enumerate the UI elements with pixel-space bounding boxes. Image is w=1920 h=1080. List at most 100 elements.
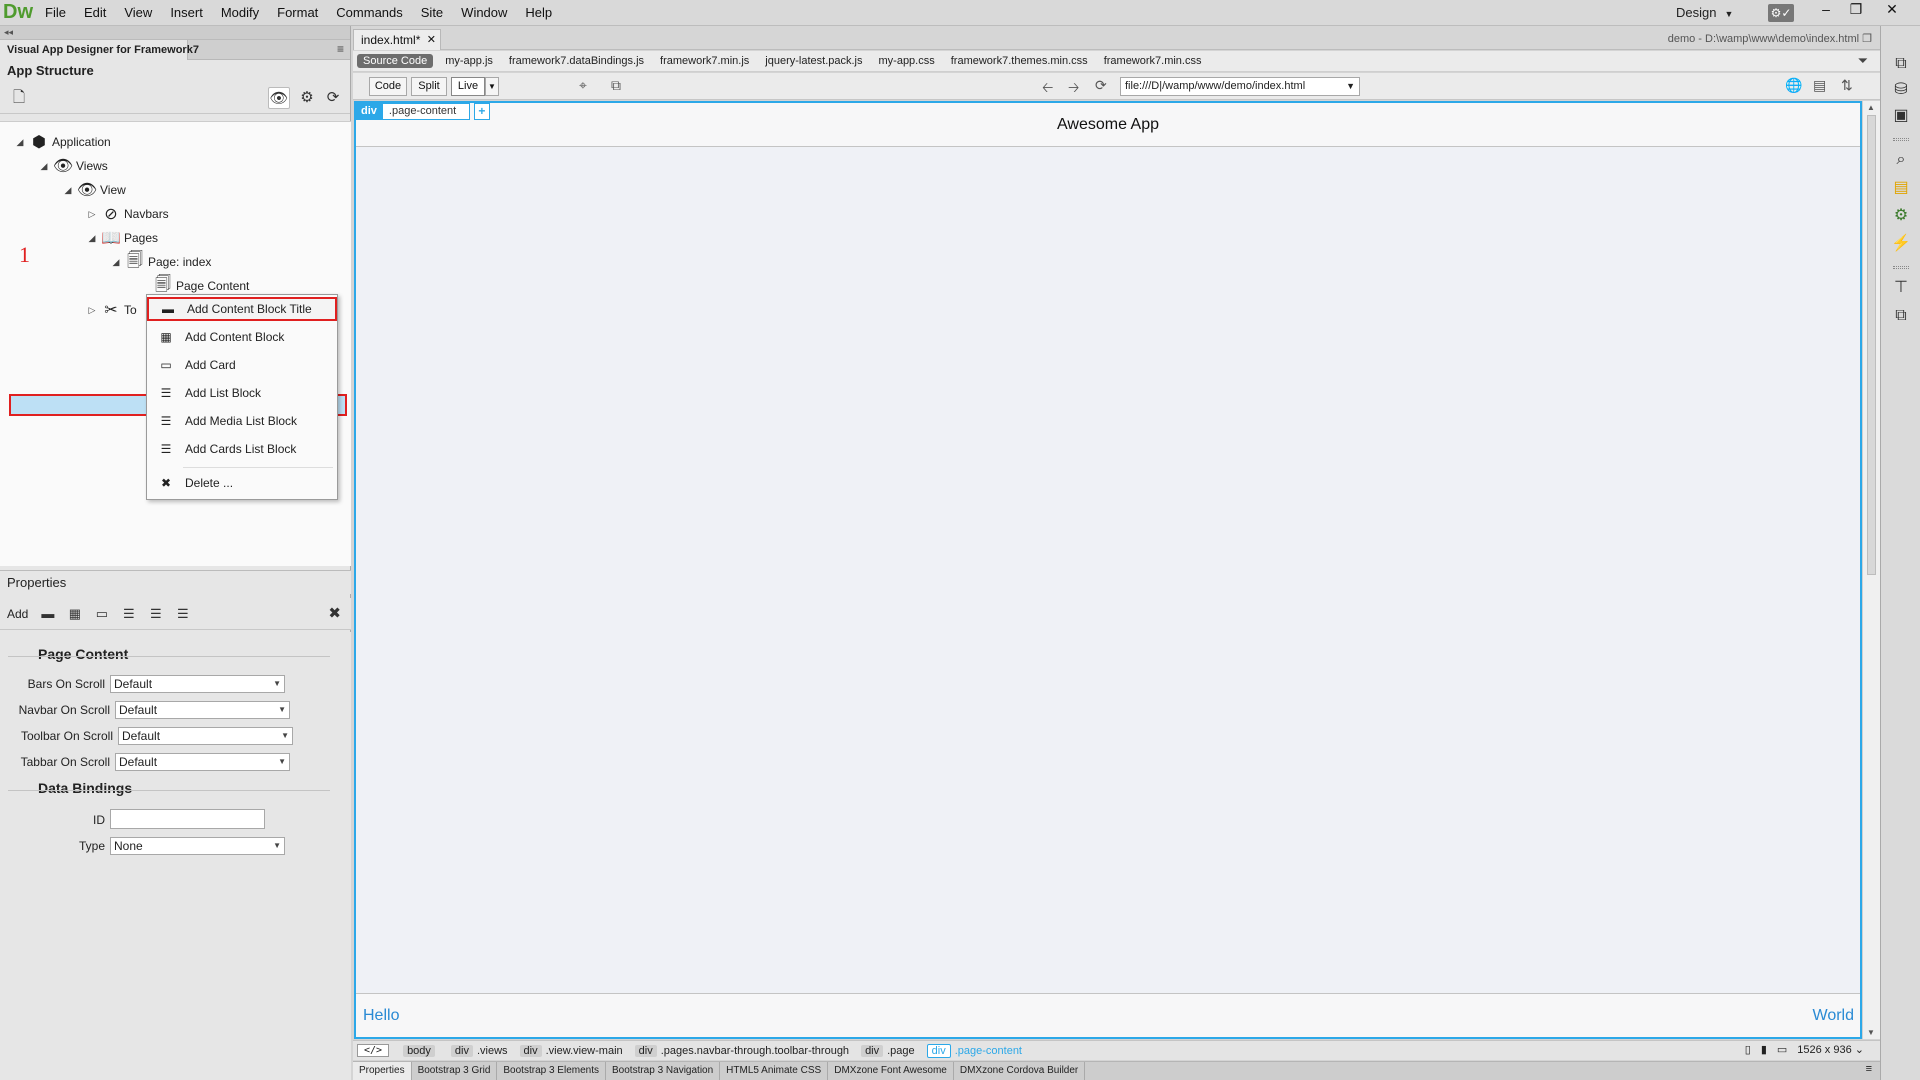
tab-properties[interactable]: Properties [353, 1062, 412, 1080]
files-icon[interactable]: ⧉ [1889, 304, 1913, 328]
sync-arrows-icon[interactable]: ⇅ [1841, 77, 1853, 94]
menu-insert[interactable]: Insert [161, 0, 212, 26]
tree-expand-icon[interactable]: ◢ [38, 161, 50, 172]
tree-expand-icon[interactable]: ◢ [62, 185, 74, 196]
database-icon[interactable]: ⛁ [1889, 78, 1913, 102]
desktop-size-icon[interactable]: ▭ [1777, 1043, 1787, 1056]
related-file[interactable]: framework7.min.css [1104, 55, 1202, 67]
menu-item-add-content-block[interactable]: ▦ Add Content Block [147, 325, 337, 349]
tag-selector-item[interactable]: div .page [861, 1044, 915, 1057]
tablet-size-icon[interactable]: ▮ [1761, 1043, 1767, 1056]
related-file[interactable]: framework7.dataBindings.js [509, 55, 644, 67]
related-file[interactable]: my-app.css [879, 55, 935, 67]
window-size-readout[interactable]: 1526 x 936 ⌄ [1797, 1043, 1864, 1056]
related-file[interactable]: my-app.js [445, 55, 493, 67]
tab-font-awesome[interactable]: DMXzone Font Awesome [828, 1062, 954, 1080]
refresh-icon[interactable]: ⟳ [1095, 77, 1107, 94]
menu-item-delete[interactable]: ✖ Delete ... [147, 471, 337, 495]
menu-view[interactable]: View [115, 0, 161, 26]
forward-arrow-icon[interactable]: 🡢 [1068, 77, 1079, 101]
eye-icon[interactable]: 👁 [268, 87, 290, 109]
tree-expand-icon[interactable]: ◢ [110, 257, 122, 268]
scrollbar-thumb[interactable] [1867, 115, 1876, 575]
add-class-button[interactable]: + [473, 103, 490, 120]
select-navbar-on-scroll[interactable]: Default ▼ [115, 701, 290, 719]
media-list-icon[interactable]: ☰ [142, 606, 169, 622]
menu-item-add-content-block-title[interactable]: ▬ Add Content Block Title [147, 297, 337, 321]
address-bar[interactable]: file:///D|/wamp/www/demo/index.html ▼ [1120, 77, 1360, 96]
select-toolbar-on-scroll[interactable]: Default ▼ [118, 727, 293, 745]
workspace-switcher[interactable]: Design ▼ [1676, 0, 1733, 26]
menu-window[interactable]: Window [452, 0, 516, 26]
tree-expand-icon[interactable]: ◢ [86, 233, 98, 244]
menu-edit[interactable]: Edit [75, 0, 115, 26]
code-view-button[interactable]: Code [369, 77, 407, 96]
refresh-icon[interactable]: ⟳ [322, 87, 344, 109]
tab-index-html[interactable]: index.html* ✕ [353, 29, 441, 50]
lightning-icon[interactable]: ⚡ [1889, 232, 1913, 256]
maximize-button[interactable]: ❐ [1842, 0, 1870, 20]
menu-format[interactable]: Format [268, 0, 327, 26]
insert-panel-icon[interactable]: ⧉ [1889, 52, 1913, 76]
id-field[interactable] [110, 809, 265, 829]
card-icon[interactable]: ▭ [88, 606, 115, 622]
tab-cordova-builder[interactable]: DMXzone Cordova Builder [954, 1062, 1086, 1080]
filter-icon[interactable]: ⏷ [1858, 53, 1868, 69]
gear-icon[interactable]: ⚙ [296, 87, 318, 109]
menu-modify[interactable]: Modify [212, 0, 268, 26]
select-tabbar-on-scroll[interactable]: Default ▼ [115, 753, 290, 771]
menu-item-add-media-list-block[interactable]: ☰ Add Media List Block [147, 409, 337, 433]
live-view-button[interactable]: Live [451, 77, 485, 96]
browser-preview-icon[interactable]: 🌐 [1785, 77, 1802, 94]
panel-tab-app-designer[interactable]: Visual App Designer for Framework7 [0, 40, 199, 60]
related-file[interactable]: jquery-latest.pack.js [765, 55, 862, 67]
list-icon[interactable]: ☰ [115, 606, 142, 622]
menu-file[interactable]: File [36, 0, 75, 26]
canvas-scrollbar[interactable]: ▲ ▼ [1862, 101, 1880, 1039]
tree-collapsed-icon[interactable]: ▷ [86, 305, 98, 316]
menu-item-add-cards-list-block[interactable]: ☰ Add Cards List Block [147, 437, 337, 461]
related-file[interactable]: framework7.min.js [660, 55, 749, 67]
menu-item-add-card[interactable]: ▭ Add Card [147, 353, 337, 377]
close-icon[interactable]: ✕ [427, 30, 436, 50]
code-navigator-button[interactable]: </> [357, 1044, 390, 1057]
back-arrow-icon[interactable]: 🡠 [1042, 77, 1053, 101]
menu-item-add-list-block[interactable]: ☰ Add List Block [147, 381, 337, 405]
select-bars-on-scroll[interactable]: Default ▼ [110, 675, 285, 693]
menu-site[interactable]: Site [412, 0, 452, 26]
split-view-button[interactable]: Split [411, 77, 447, 96]
tree-item-pages[interactable]: ◢ 📖 Pages [86, 227, 159, 249]
cards-list-icon[interactable]: ☰ [169, 606, 196, 622]
tree-item-page-index[interactable]: ◢ 🗐 Page: index [110, 251, 212, 273]
live-code-icon[interactable]: ⧉ [611, 77, 621, 94]
tag-selector-item-active[interactable]: div .page-content [926, 1043, 1022, 1058]
element-hud-class[interactable]: .page-content [381, 103, 470, 120]
snippets-icon[interactable]: ▤ [1889, 176, 1913, 200]
tab-bootstrap-navigation[interactable]: Bootstrap 3 Navigation [606, 1062, 721, 1080]
sync-settings-icon[interactable]: ⚙✓ [1768, 4, 1794, 22]
minimize-button[interactable]: – [1812, 0, 1840, 20]
tab-bootstrap-grid[interactable]: Bootstrap 3 Grid [412, 1062, 498, 1080]
related-file-source-code[interactable]: Source Code [357, 54, 434, 68]
restore-icon[interactable]: ❐ [1862, 33, 1872, 45]
tag-selector-item[interactable]: div .view.view-main [519, 1044, 623, 1057]
scroll-up-icon[interactable]: ▲ [1867, 103, 1875, 112]
assets-icon[interactable]: ▣ [1889, 104, 1913, 128]
tree-item-navbars[interactable]: ▷ ⊘ Navbars [86, 203, 169, 225]
panel-collapse-strip[interactable]: ◂◂ [0, 26, 350, 40]
live-view-canvas[interactable]: Awesome App div .page-content + Hello Wo… [354, 101, 1862, 1039]
mobile-size-icon[interactable]: ▯ [1745, 1043, 1751, 1056]
new-document-icon[interactable]: 🗋 [8, 87, 30, 109]
search-code-icon[interactable]: ⌕ [1889, 148, 1913, 172]
tag-selector-item[interactable]: div .pages.navbar-through.toolbar-through [634, 1044, 849, 1057]
live-options-dropdown[interactable]: ▼ [485, 77, 499, 96]
file-management-icon[interactable]: ▤ [1813, 77, 1826, 94]
scroll-down-icon[interactable]: ▼ [1867, 1028, 1875, 1037]
behaviors-icon[interactable]: ⚙ [1889, 204, 1913, 228]
panel-menu-icon[interactable]: ≡ [337, 42, 344, 56]
select-type[interactable]: None ▼ [110, 837, 285, 855]
tree-item-views[interactable]: ◢ 👁 Views [38, 155, 108, 177]
tree-expand-icon[interactable]: ◢ [14, 137, 26, 148]
tree-item-toolbars[interactable]: ▷ ✂ To [86, 299, 137, 321]
inspect-icon[interactable]: ⌖ [579, 77, 587, 94]
